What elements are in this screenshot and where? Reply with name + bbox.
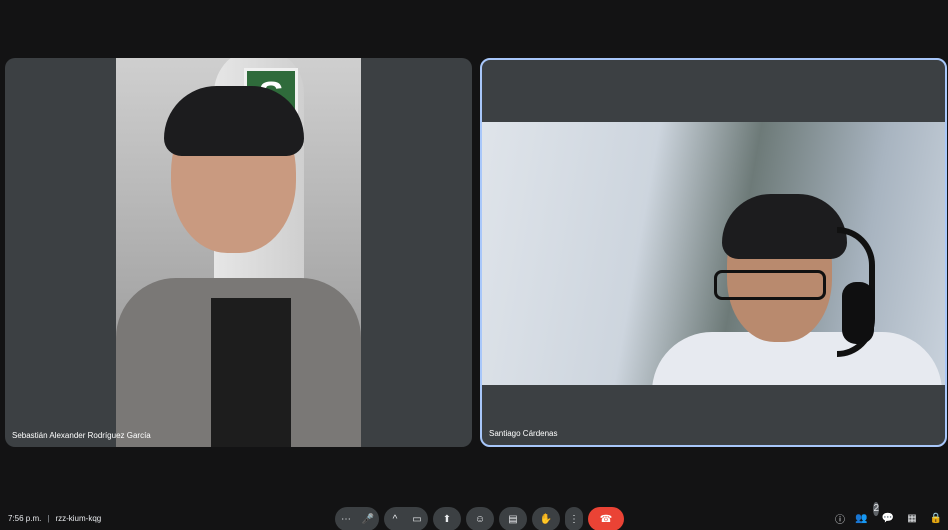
more-options-button[interactable]: ⋮ xyxy=(565,507,583,530)
activities-icon[interactable]: ▦ xyxy=(905,511,919,525)
present-icon: ⬆ xyxy=(442,513,452,525)
meeting-separator: | xyxy=(47,514,50,523)
reactions-button[interactable]: ☺ xyxy=(466,507,494,530)
participant-tile-right[interactable]: Santiago Cárdenas xyxy=(480,58,947,447)
participant-video-right xyxy=(482,122,945,385)
people-count-badge: 2 xyxy=(873,502,880,516)
call-controls: ⋯ 🎤 ^ ▭ ⬆ ☺ ▤ ✋ ⋮ ☎ xyxy=(335,507,624,530)
present-screen-button[interactable]: ⬆ xyxy=(433,507,461,530)
person-hair xyxy=(164,86,304,156)
audio-control-group: ⋯ 🎤 xyxy=(335,507,379,530)
participant-name-left: Sebastián Alexander Rodríguez García xyxy=(12,431,151,440)
chat-icon[interactable]: 💬 xyxy=(881,511,895,525)
person-body xyxy=(652,332,942,385)
chevron-up-icon[interactable]: ^ xyxy=(384,507,406,530)
camera-icon[interactable]: ▭ xyxy=(406,507,428,530)
glasses xyxy=(714,270,826,300)
people-glyph: 👥 xyxy=(855,512,868,524)
people-icon[interactable]: 👥 2 xyxy=(855,502,880,525)
audio-options-icon[interactable]: ⋯ xyxy=(335,507,357,530)
hand-icon: ✋ xyxy=(539,513,553,525)
raise-hand-button[interactable]: ✋ xyxy=(532,507,560,530)
person-shirt xyxy=(211,298,291,447)
lock-icon[interactable]: 🔒 xyxy=(929,511,943,525)
captions-button[interactable]: ▤ xyxy=(499,507,527,530)
video-control-group: ^ ▭ xyxy=(384,507,428,530)
headphone-cup xyxy=(842,282,874,344)
meeting-code[interactable]: rzz-kium-kqg xyxy=(55,514,101,523)
microphone-icon[interactable]: 🎤 xyxy=(357,507,379,530)
captions-icon: ▤ xyxy=(508,513,518,525)
participant-video-left: S xyxy=(116,58,361,447)
more-vert-icon: ⋮ xyxy=(569,513,579,525)
end-call-button[interactable]: ☎ xyxy=(588,507,624,530)
bottom-bar: 7:56 p.m. | rzz-kium-kqg ⋯ 🎤 ^ ▭ ⬆ ☺ ▤ ✋… xyxy=(0,502,948,530)
side-panel-controls: ⓘ 👥 2 💬 ▦ 🔒 xyxy=(833,502,943,526)
phone-hangup-icon: ☎ xyxy=(599,513,613,525)
meeting-info: 7:56 p.m. | rzz-kium-kqg xyxy=(8,514,101,523)
emoji-icon: ☺ xyxy=(474,513,486,525)
meeting-time: 7:56 p.m. xyxy=(8,514,42,523)
person-hair xyxy=(722,194,847,259)
participant-tile-left[interactable]: S Sebastián Alexander Rodríguez García xyxy=(5,58,472,447)
info-icon[interactable]: ⓘ xyxy=(833,511,847,526)
participant-name-right: Santiago Cárdenas xyxy=(489,429,558,438)
